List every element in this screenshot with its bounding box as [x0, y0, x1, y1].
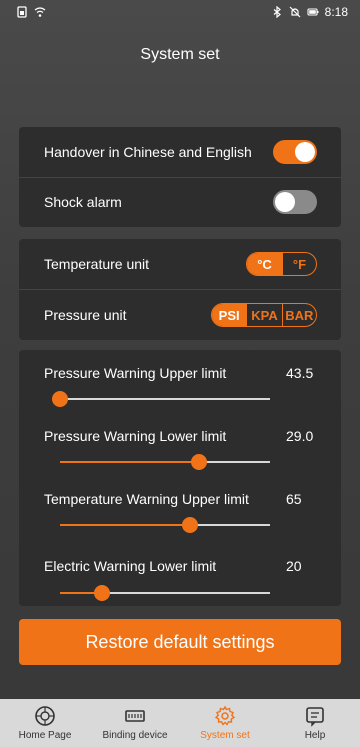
- slider-thumb[interactable]: [94, 585, 110, 601]
- pressure-lower-slider[interactable]: [60, 454, 270, 470]
- slider-thumb[interactable]: [182, 517, 199, 533]
- electric-lower-value: 20: [286, 558, 302, 574]
- tab-home-page[interactable]: Home Page: [0, 699, 90, 747]
- tab-label: Home Page: [18, 730, 72, 741]
- device-icon: [125, 710, 145, 722]
- electric-lower-label: Electric Warning Lower limit: [44, 558, 217, 574]
- units-card: Temperature unit °C °F Pressure unit PSI…: [19, 239, 341, 340]
- shock-alarm-label: Shock alarm: [44, 194, 122, 210]
- restore-defaults-button[interactable]: Restore default settings: [19, 619, 341, 665]
- toggle-knob: [275, 192, 295, 212]
- slider-thumb[interactable]: [52, 391, 68, 407]
- slider-thumb[interactable]: [190, 454, 207, 470]
- pressure-unit-label: Pressure unit: [44, 307, 127, 323]
- wifi-icon: [34, 7, 46, 17]
- pressure-unit-row: Pressure unit PSI KPA BAR: [19, 290, 341, 340]
- limits-card: Pressure Warning Upper limit 43.5 Pressu…: [19, 350, 341, 606]
- pressure-unit-selector: PSI KPA BAR: [211, 303, 317, 327]
- language-toggle-label: Handover in Chinese and English: [44, 144, 252, 160]
- unit-bar-option[interactable]: BAR: [281, 304, 316, 326]
- pressure-upper-value: 43.5: [286, 365, 314, 381]
- temperature-unit-selector: °C °F: [246, 252, 317, 276]
- temperature-upper-value: 65: [286, 491, 302, 507]
- toggle-card: Handover in Chinese and English Shock al…: [19, 127, 341, 227]
- slider-fill: [60, 524, 191, 526]
- status-time: 8:18: [324, 5, 348, 19]
- tab-label: System set: [200, 730, 250, 741]
- sim-icon: [17, 6, 27, 18]
- page-title: System set: [140, 46, 220, 63]
- toggle-knob: [295, 142, 315, 162]
- pressure-lower-value: 29.0: [286, 428, 314, 444]
- shock-alarm-row: Shock alarm: [19, 177, 341, 227]
- language-toggle[interactable]: [273, 140, 317, 164]
- unit-psi-option[interactable]: PSI: [212, 304, 247, 326]
- unit-celsius-option[interactable]: °C: [247, 253, 282, 275]
- mute-bell-icon: [289, 6, 301, 18]
- temperature-unit-label: Temperature unit: [44, 256, 150, 272]
- tab-label: Help: [304, 730, 326, 741]
- pressure-lower-label: Pressure Warning Lower limit: [44, 428, 227, 444]
- pressure-upper-label: Pressure Warning Upper limit: [44, 365, 227, 381]
- shock-alarm-toggle[interactable]: [273, 190, 317, 214]
- pressure-upper-slider[interactable]: [52, 391, 270, 407]
- unit-fahrenheit-option[interactable]: °F: [281, 253, 316, 275]
- electric-lower-slider[interactable]: [60, 585, 270, 601]
- tab-help[interactable]: Help: [270, 699, 360, 747]
- bottom-tab-bar: Home Page Binding device System set Help: [0, 699, 360, 747]
- tab-binding-device[interactable]: Binding device: [90, 699, 180, 747]
- gear-icon: [214, 705, 236, 726]
- temperature-upper-label: Temperature Warning Upper limit: [44, 491, 249, 507]
- battery-icon: [307, 8, 319, 16]
- tab-system-set[interactable]: System set: [180, 699, 270, 747]
- temperature-upper-slider[interactable]: [60, 517, 270, 533]
- status-bar: 8:18: [0, 0, 360, 24]
- temperature-unit-row: Temperature unit °C °F: [19, 239, 341, 289]
- bluetooth-icon: [273, 6, 281, 18]
- help-icon: [306, 707, 324, 727]
- slider-fill: [60, 461, 199, 463]
- language-toggle-row: Handover in Chinese and English: [19, 127, 341, 177]
- unit-kpa-option[interactable]: KPA: [246, 304, 281, 326]
- tab-label: Binding device: [102, 730, 168, 741]
- tire-icon: [35, 706, 55, 726]
